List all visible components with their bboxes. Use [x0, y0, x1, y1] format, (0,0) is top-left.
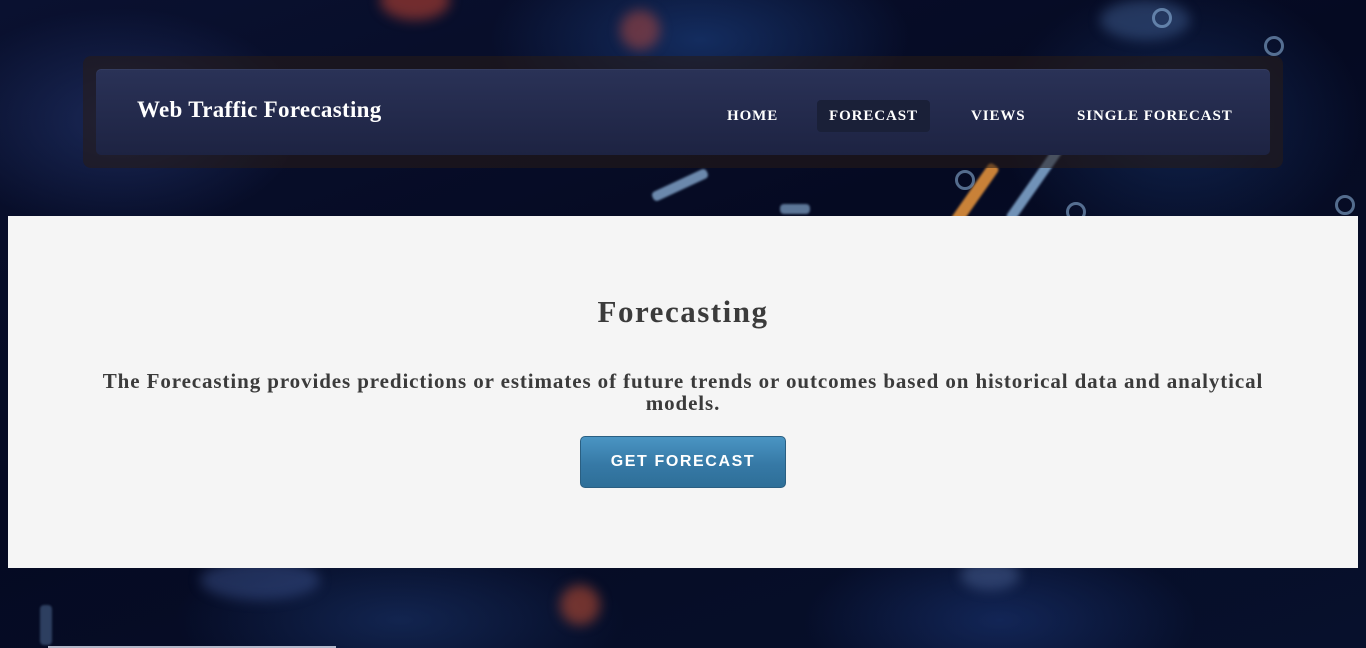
- brand-title[interactable]: Web Traffic Forecasting: [137, 97, 382, 123]
- nav-link-home[interactable]: HOME: [715, 100, 790, 132]
- page-title: Forecasting: [597, 294, 769, 329]
- get-forecast-button[interactable]: GET FORECAST: [580, 436, 786, 488]
- page-description: The Forecasting provides predictions or …: [102, 369, 1264, 415]
- nav-link-views[interactable]: VIEWS: [959, 100, 1038, 132]
- nav-link-single-forecast[interactable]: SINGLE FORECAST: [1065, 100, 1245, 132]
- nav-link-forecast[interactable]: FORECAST: [817, 100, 930, 132]
